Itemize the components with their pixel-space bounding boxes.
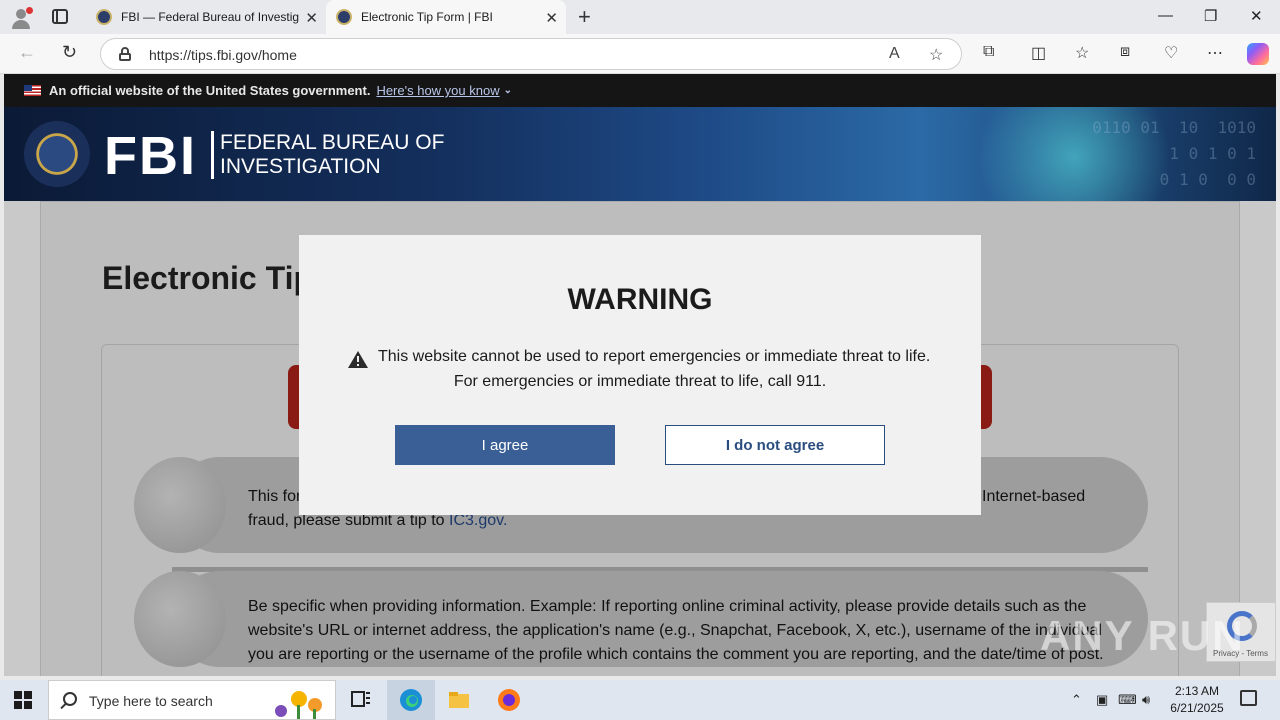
warning-modal: WARNING This website cannot be used to r… bbox=[299, 235, 981, 515]
fbi-logo-text[interactable]: FBI bbox=[104, 125, 197, 187]
close-window-icon[interactable]: ✕ bbox=[1250, 7, 1263, 25]
warning-triangle-icon bbox=[348, 351, 368, 368]
browser-tab-bar: FBI — Federal Bureau of Investigation ✕ … bbox=[0, 0, 1280, 34]
refresh-icon[interactable]: ↻ bbox=[62, 42, 77, 63]
edge-browser-icon[interactable] bbox=[399, 688, 423, 712]
modal-message-line-2: For emergencies or immediate threat to l… bbox=[453, 373, 827, 390]
extensions-icon[interactable]: ⧉ bbox=[983, 43, 994, 61]
copilot-icon[interactable] bbox=[1247, 43, 1269, 65]
subtitle-line-2: INVESTIGATION bbox=[220, 155, 381, 178]
instruction-text-2-line2: website's URL or internet address, the a… bbox=[248, 622, 1102, 639]
taskbar-search-box[interactable]: Type here to search bbox=[48, 680, 336, 720]
us-flag-icon bbox=[24, 85, 41, 96]
search-icon bbox=[63, 692, 77, 706]
fbi-favicon-icon bbox=[336, 9, 352, 25]
close-tab-icon[interactable]: ✕ bbox=[305, 9, 318, 27]
instruction-text-2-line3: you are reporting or the username of the… bbox=[248, 646, 1104, 663]
back-icon[interactable]: ← bbox=[18, 42, 36, 63]
more-menu-icon[interactable]: ⋯ bbox=[1207, 43, 1223, 63]
heres-how-you-know-link[interactable]: Here's how you know bbox=[376, 83, 499, 98]
search-placeholder: Type here to search bbox=[89, 693, 213, 709]
clock-time: 2:13 AM bbox=[1174, 684, 1220, 698]
read-aloud-icon[interactable]: A bbox=[889, 45, 900, 63]
modal-title: WARNING bbox=[567, 283, 713, 316]
system-clock[interactable]: 2:13 AM 6/21/2025 bbox=[1162, 683, 1232, 717]
windows-taskbar: Type here to search ⌃ ▣ ⌨ 🔊︎ 2:13 AM 6/2… bbox=[0, 680, 1280, 720]
notifications-icon[interactable] bbox=[1240, 690, 1257, 706]
task-view-icon[interactable] bbox=[349, 688, 373, 712]
clock-date: 6/21/2025 bbox=[1170, 701, 1224, 715]
modal-message-line-1: This website cannot be used to report em… bbox=[378, 348, 931, 365]
site-header: 0110 01 10 1010 1 0 1 0 1 0 1 0 0 0 FBI … bbox=[4, 107, 1276, 201]
firefox-icon[interactable] bbox=[497, 688, 521, 712]
new-tab-icon[interactable]: + bbox=[578, 4, 591, 30]
fbi-logo-subtitle[interactable]: FEDERAL BUREAU OF INVESTIGATION bbox=[211, 131, 444, 179]
windows-start-icon[interactable] bbox=[14, 691, 32, 709]
lock-icon[interactable] bbox=[119, 47, 131, 61]
instruction-text-1b: Internet-based bbox=[982, 488, 1086, 505]
chevron-down-icon[interactable]: ⌄ bbox=[504, 85, 512, 96]
favorite-star-icon[interactable]: ☆ bbox=[929, 45, 943, 65]
search-highlight-flowers-icon bbox=[275, 691, 322, 719]
url-text[interactable]: https://tips.fbi.gov/home bbox=[149, 47, 297, 63]
fbi-seal-icon[interactable] bbox=[24, 121, 90, 187]
tab-title: FBI — Federal Bureau of Investigation bbox=[121, 10, 299, 24]
volume-icon[interactable]: 🔊︎ bbox=[1142, 692, 1150, 708]
agree-button[interactable]: I agree bbox=[395, 425, 615, 465]
page-title: Electronic Tip bbox=[102, 260, 314, 296]
network-icon[interactable]: ⌨ bbox=[1118, 692, 1137, 708]
disagree-button[interactable]: I do not agree bbox=[665, 425, 885, 465]
tab-actions-icon[interactable] bbox=[52, 9, 68, 24]
instruction-text-1a: This for bbox=[248, 488, 302, 505]
split-screen-icon[interactable]: ◫ bbox=[1031, 43, 1046, 63]
tab-fbi-home[interactable]: FBI — Federal Bureau of Investigation ✕ bbox=[86, 0, 326, 34]
fbi-favicon-icon bbox=[96, 9, 112, 25]
tab-title: Electronic Tip Form | FBI bbox=[361, 10, 493, 24]
gov-banner: An official website of the United States… bbox=[4, 74, 1276, 107]
show-hidden-icons-chevron-icon[interactable]: ⌃ bbox=[1071, 692, 1082, 708]
tab-electronic-tip-form[interactable]: Electronic Tip Form | FBI ✕ bbox=[326, 0, 566, 34]
device-icon[interactable]: ▣ bbox=[1096, 692, 1108, 708]
browser-essentials-icon[interactable]: ♡ bbox=[1164, 43, 1178, 63]
anyrun-watermark: ANY RUN bbox=[1040, 612, 1245, 659]
url-bar[interactable]: https://tips.fbi.gov/home A ☆ bbox=[100, 38, 962, 70]
address-toolbar: ← ↻ https://tips.fbi.gov/home A ☆ ⧉ ◫ ☆ … bbox=[0, 34, 1280, 74]
close-tab-icon[interactable]: ✕ bbox=[545, 9, 558, 27]
restore-icon[interactable]: ❐ bbox=[1204, 7, 1217, 25]
collections-icon[interactable]: ⧈ bbox=[1120, 43, 1130, 61]
gov-banner-text: An official website of the United States… bbox=[49, 83, 371, 98]
profile-icon[interactable] bbox=[8, 5, 34, 29]
favorites-icon[interactable]: ☆ bbox=[1075, 43, 1089, 63]
subtitle-line-1: FEDERAL BUREAU OF bbox=[220, 131, 445, 154]
decorative-binary-pattern: 0110 01 10 1010 1 0 1 0 1 0 1 0 0 0 bbox=[1092, 118, 1256, 189]
instruction-text-2-line1: Be specific when providing information. … bbox=[248, 598, 1087, 615]
file-explorer-icon[interactable] bbox=[447, 688, 471, 712]
minimize-icon[interactable]: — bbox=[1158, 7, 1173, 24]
